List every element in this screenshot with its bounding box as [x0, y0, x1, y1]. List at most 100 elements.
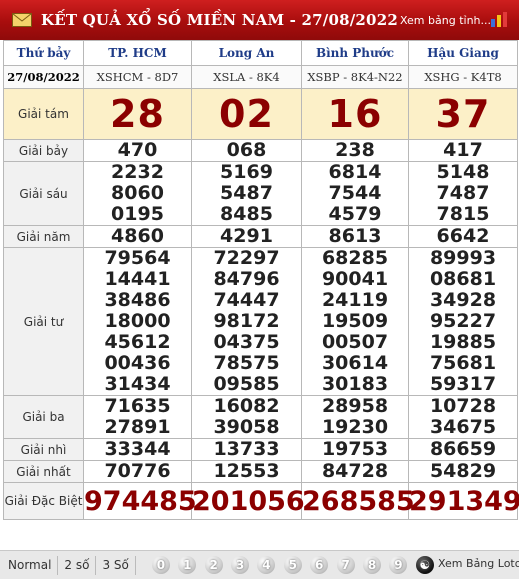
prize-cell: 37: [408, 88, 518, 140]
winning-number: 95227: [429, 310, 497, 332]
bar-chart-icon[interactable]: [490, 11, 510, 27]
winning-number: 39058: [213, 416, 280, 438]
prize-cell: 12553: [191, 460, 302, 483]
winning-number: 84796: [213, 268, 280, 290]
prize-cell: 2232 8060 0195: [83, 161, 192, 226]
normal-mode-button[interactable]: Normal: [0, 555, 59, 575]
winning-number: 238: [335, 139, 375, 161]
prize-cell: 10728 34675: [408, 395, 518, 439]
digit-ball-1[interactable]: 1: [178, 556, 197, 574]
winning-number: 04375: [213, 331, 280, 353]
prize-cell: 71635 27891: [83, 395, 192, 439]
results-table: Thứ bảy TP. HCM Long An Bình Phước Hậu G…: [3, 40, 519, 520]
bottom-toolbar: Normal 2 số 3 Số 0 1 2 3 4 5 6 7 8 9 ☯ Xem Bảng Lo…: [0, 550, 519, 579]
prize-cell: 974485: [83, 482, 197, 520]
winning-number: 5148: [436, 161, 490, 183]
prize-cell: 5169 5487 8485: [191, 161, 302, 226]
winning-number: 4860: [111, 225, 164, 247]
prize-label: Giải sáu: [3, 161, 84, 226]
digit-ball-6[interactable]: 6: [310, 556, 329, 574]
prize-cell: 291349: [408, 482, 519, 520]
digit-ball-4[interactable]: 4: [257, 556, 276, 574]
prize-cell: 16082 39058: [191, 395, 302, 439]
prize-cell: 72297 84796 74447 98172 04375 78575 09585: [191, 247, 302, 396]
winning-number: 291349: [409, 485, 519, 517]
prize-cell: 89993 08681 34928 95227 19885 75681 59317: [408, 247, 518, 396]
yin-yang-icon[interactable]: ☯: [415, 556, 434, 574]
winning-number: 268585: [302, 485, 415, 517]
winning-number: 31434: [104, 373, 171, 395]
digit-ball-8[interactable]: 8: [363, 556, 382, 574]
prize-cell: 268585: [301, 482, 415, 520]
winning-number: 2232: [111, 161, 164, 183]
winning-number: 79564: [104, 247, 171, 269]
view-province-table-link[interactable]: Xem bảng tỉnh...: [400, 14, 491, 27]
winning-number: 6642: [436, 225, 490, 247]
prize-row-special: Giải Đặc Biệt 974485 201056 268585 291349: [3, 482, 519, 520]
digit-ball-5[interactable]: 5: [283, 556, 302, 574]
winning-number: 33344: [104, 438, 171, 460]
prize-label: Giải tám: [3, 88, 84, 140]
digit-ball-3[interactable]: 3: [231, 556, 250, 574]
winning-number: 00436: [104, 352, 171, 374]
winning-number: 86659: [429, 438, 497, 460]
prize-cell: 068: [191, 139, 302, 162]
prize-cell: 6642: [408, 225, 518, 248]
prize-row-6: Giải sáu 2232 8060 0195 5169 5487 8485 6814 7544…: [3, 161, 518, 226]
prize-row-7: Giải bảy 470 068 238 417: [3, 139, 518, 162]
prize-label: Giải bảy: [3, 139, 84, 162]
winning-number: 8613: [328, 225, 382, 247]
winning-number: 89993: [429, 247, 497, 269]
winning-number: 8485: [220, 203, 273, 225]
province-name[interactable]: Hậu Giang: [408, 40, 518, 66]
prize-cell: 54829: [408, 460, 518, 483]
winning-number: 7487: [436, 182, 490, 204]
winning-number: 38486: [104, 289, 171, 311]
province-name[interactable]: Long An: [191, 40, 302, 66]
view-loto-table-link[interactable]: Xem Bảng Loto: [438, 557, 519, 570]
winning-number: 7815: [436, 203, 490, 225]
two-digit-mode-button[interactable]: 2 số: [58, 555, 97, 575]
draw-date: 27/08/2022: [3, 65, 84, 89]
province-name[interactable]: TP. HCM: [83, 40, 192, 66]
winning-number: 14441: [104, 268, 171, 290]
winning-number: 4579: [328, 203, 382, 225]
winning-number: 417: [443, 139, 483, 161]
winning-number: 75681: [429, 352, 497, 374]
prize-cell: 70776: [83, 460, 192, 483]
winning-number: 19509: [321, 310, 389, 332]
digit-ball-2[interactable]: 2: [204, 556, 223, 574]
winning-number: 34928: [429, 289, 497, 311]
province-name[interactable]: Bình Phước: [301, 40, 409, 66]
prize-cell: 79564 14441 38486 18000 45612 00436 31434: [83, 247, 192, 396]
winning-number: 12553: [213, 460, 280, 482]
title-bar: KẾT QUẢ XỔ SỐ MIỀN NAM - 27/08/2022 Xem …: [0, 0, 519, 40]
prize-cell: 86659: [408, 438, 518, 461]
province-header-row: Thứ bảy TP. HCM Long An Bình Phước Hậu G…: [3, 40, 518, 66]
prize-cell: 6814 7544 4579: [301, 161, 409, 226]
prize-row-4: Giải tư 79564 14441 38486 18000 45612 00436 314…: [3, 247, 518, 396]
prize-cell: 16: [301, 88, 409, 140]
three-digit-mode-button[interactable]: 3 Số: [96, 555, 136, 575]
winning-number: 8060: [111, 182, 164, 204]
prize-cell: 5148 7487 7815: [408, 161, 518, 226]
winning-number: 201056: [192, 485, 305, 517]
digit-ball-7[interactable]: 7: [336, 556, 355, 574]
prize-row-2: Giải nhì 33344 13733 19753 86659: [3, 438, 518, 461]
prize-label: Giải nhì: [3, 438, 84, 461]
prize-cell: 68285 90041 24119 19509 00507 30614 30183: [301, 247, 409, 396]
winning-number: 34675: [429, 416, 497, 438]
digit-ball-9[interactable]: 9: [389, 556, 408, 574]
prize-label: Giải Đặc Biệt: [3, 482, 84, 520]
winning-number: 6814: [328, 161, 382, 183]
prize-cell: 13733: [191, 438, 302, 461]
winning-number: 7544: [328, 182, 382, 204]
prize-cell: 19753: [301, 438, 409, 461]
winning-number: 30183: [321, 373, 389, 395]
winning-number: 19753: [321, 438, 389, 460]
prize-label: Giải tư: [3, 247, 84, 396]
winning-number: 13733: [213, 438, 280, 460]
prize-cell: 28958 19230: [301, 395, 409, 439]
prize-cell: 8613: [301, 225, 409, 248]
digit-ball-0[interactable]: 0: [151, 556, 170, 574]
